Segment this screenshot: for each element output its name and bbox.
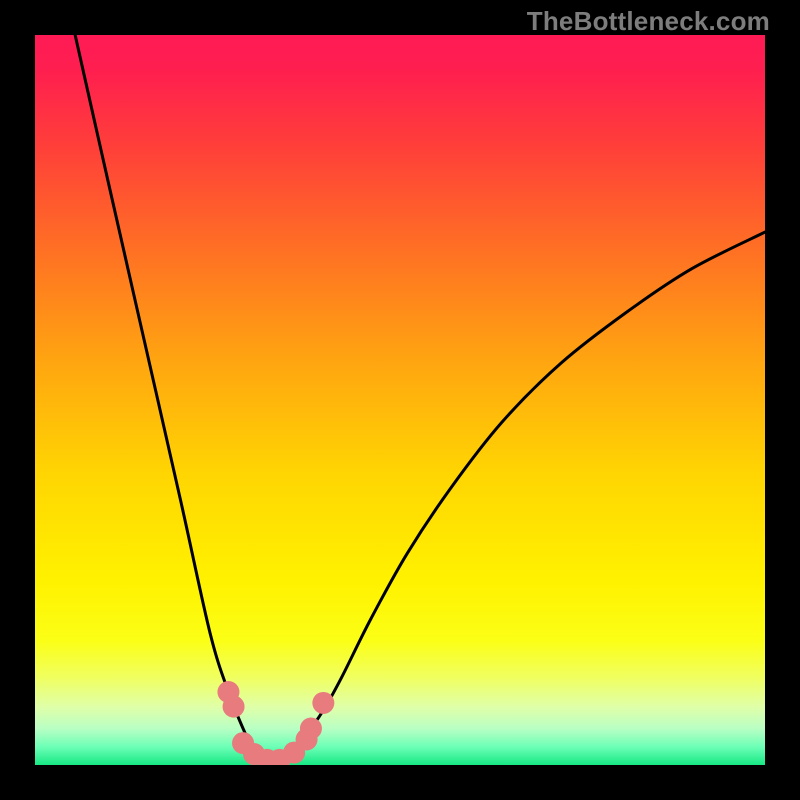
curve-marker <box>223 696 245 718</box>
plot-area <box>35 35 765 765</box>
watermark-text: TheBottleneck.com <box>527 6 770 37</box>
curve-marker <box>300 718 322 740</box>
curve-marker <box>312 692 334 714</box>
gradient-background <box>35 35 765 765</box>
bottleneck-chart <box>35 35 765 765</box>
chart-frame: TheBottleneck.com <box>0 0 800 800</box>
